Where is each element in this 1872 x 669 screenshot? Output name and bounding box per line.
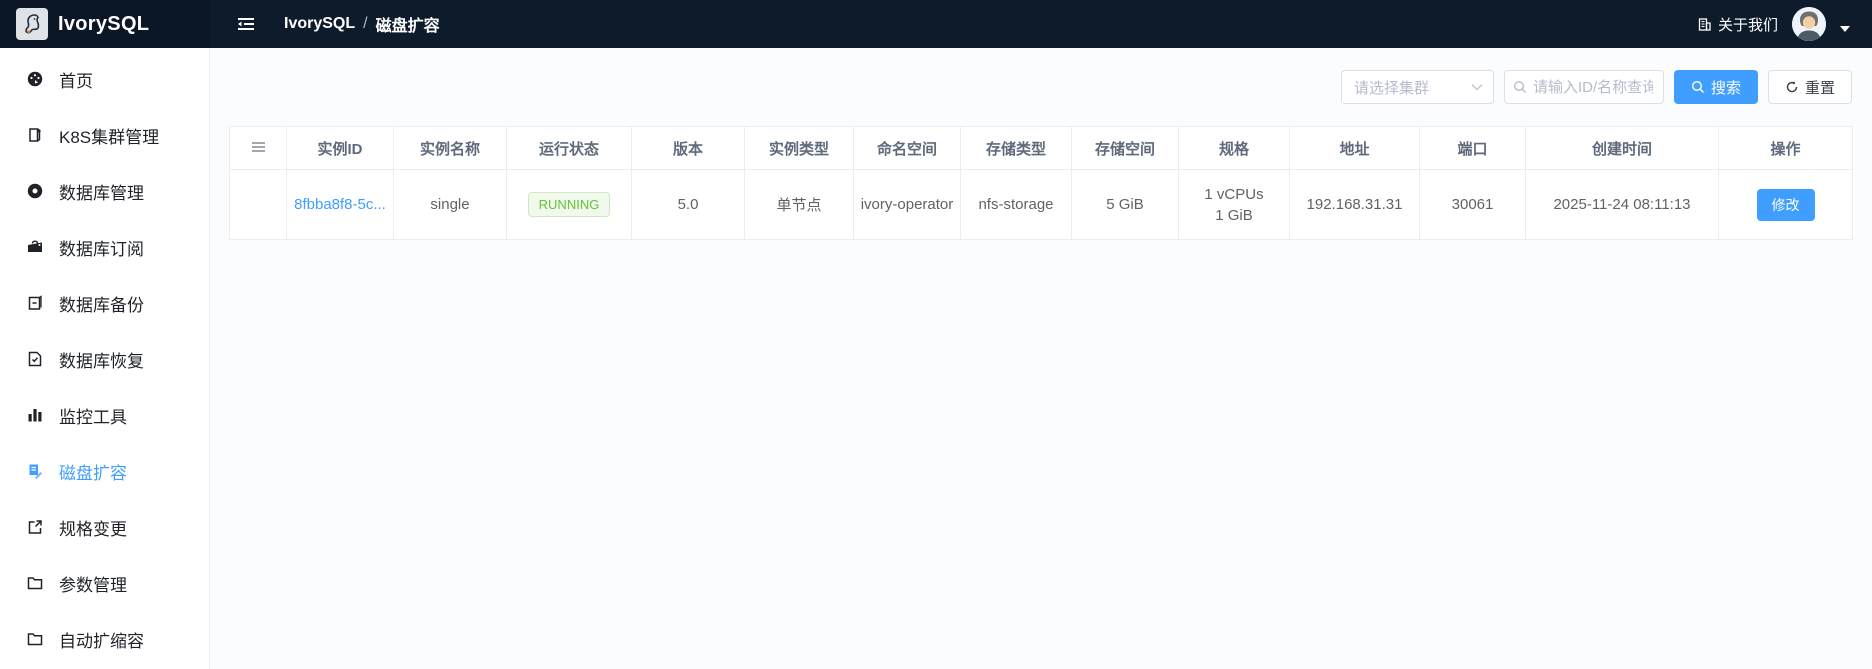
search-button[interactable]: 搜索 bbox=[1673, 70, 1758, 104]
edit-button[interactable]: 修改 bbox=[1756, 188, 1815, 221]
sidebar-item-database-manage[interactable]: 数据库管理 bbox=[0, 163, 209, 219]
sidebar-item-label: 数据库备份 bbox=[59, 295, 144, 315]
building-icon bbox=[1698, 17, 1711, 31]
sidebar-item-monitor-tools[interactable]: 监控工具 bbox=[0, 387, 209, 443]
table-header-row: 实例ID 实例名称 运行状态 版本 实例类型 命名空间 存储类型 存储空间 规格… bbox=[229, 126, 1853, 170]
spec-cpu: 1 vCPUs bbox=[1204, 185, 1264, 203]
sidebar-item-label: 监控工具 bbox=[59, 407, 127, 427]
about-us-label: 关于我们 bbox=[1717, 16, 1778, 34]
col-header-actions: 操作 bbox=[1718, 126, 1853, 170]
disk-expand-icon bbox=[29, 464, 42, 479]
cluster-select[interactable]: 请选择集群 bbox=[1340, 70, 1494, 104]
breadcrumb-current: 磁盘扩容 bbox=[375, 18, 440, 35]
cell-version: 5.0 bbox=[631, 169, 745, 240]
sidebar-item-label: 数据库订阅 bbox=[59, 239, 144, 259]
folder-icon bbox=[27, 633, 43, 646]
database-manage-icon bbox=[27, 183, 43, 199]
breadcrumb: IvorySQL / 磁盘扩容 bbox=[284, 12, 440, 36]
sidebar-item-disk-expand[interactable]: 磁盘扩容 bbox=[0, 443, 209, 499]
instance-table: 实例ID 实例名称 运行状态 版本 实例类型 命名空间 存储类型 存储空间 规格… bbox=[229, 126, 1853, 240]
monitor-chart-icon bbox=[28, 409, 42, 422]
cell-row-handle bbox=[229, 169, 287, 240]
sidebar-item-database-backup[interactable]: 数据库备份 bbox=[0, 275, 209, 331]
spec-mem: 1 GiB bbox=[1215, 206, 1253, 224]
search-button-label: 搜索 bbox=[1710, 79, 1741, 97]
col-header-instance-type: 实例类型 bbox=[744, 126, 854, 170]
sidebar-item-home[interactable]: 首页 bbox=[0, 51, 209, 107]
sidebar-item-database-restore[interactable]: 数据库恢复 bbox=[0, 331, 209, 387]
filter-toolbar: 请选择集群 搜索 重置 bbox=[210, 48, 1872, 104]
topbar: IvorySQL IvorySQL / 磁盘扩容 关于我们 bbox=[0, 0, 1872, 48]
backup-doc-icon bbox=[28, 295, 42, 310]
search-box bbox=[1503, 70, 1664, 104]
search-icon bbox=[1513, 80, 1526, 93]
col-header-instance-id: 实例ID bbox=[286, 126, 394, 170]
sidebar: 首页 K8S集群管理 数据库管理 数据库订阅 数据库备份 数据库恢复 监控工具 … bbox=[0, 48, 210, 669]
search-input[interactable] bbox=[1532, 78, 1653, 96]
sidebar-item-label: 首页 bbox=[59, 71, 93, 91]
col-header-instance-name: 实例名称 bbox=[393, 126, 507, 170]
sidebar-item-label: 自动扩缩容 bbox=[59, 631, 144, 651]
chevron-down-icon bbox=[1471, 84, 1483, 91]
col-header-spec: 规格 bbox=[1178, 126, 1290, 170]
col-header-status: 运行状态 bbox=[506, 126, 632, 170]
sidebar-item-spec-change[interactable]: 规格变更 bbox=[0, 499, 209, 555]
breadcrumb-separator: / bbox=[363, 15, 368, 32]
folder-icon bbox=[27, 577, 43, 590]
ivorysql-logo-icon bbox=[16, 8, 48, 40]
col-header-version: 版本 bbox=[631, 126, 745, 170]
cluster-page-icon bbox=[29, 128, 41, 142]
cell-instance-name: single bbox=[393, 169, 507, 240]
cell-storage-type: nfs-storage bbox=[960, 169, 1072, 240]
reset-button-label: 重置 bbox=[1804, 79, 1835, 97]
instance-table-wrap: 实例ID 实例名称 运行状态 版本 实例类型 命名空间 存储类型 存储空间 规格… bbox=[229, 126, 1853, 240]
sidebar-item-database-subscription[interactable]: 数据库订阅 bbox=[0, 219, 209, 275]
sidebar-item-autoscale[interactable]: 自动扩缩容 bbox=[0, 611, 209, 667]
cell-instance-type: 单节点 bbox=[744, 169, 854, 240]
instance-id-link[interactable]: 8fbba8f8-5c... bbox=[294, 196, 386, 213]
column-settings-icon[interactable] bbox=[251, 141, 266, 153]
cell-namespace: ivory-operator bbox=[853, 169, 961, 240]
subscription-icon bbox=[28, 240, 42, 252]
search-icon bbox=[1691, 80, 1704, 93]
sidebar-item-label: 磁盘扩容 bbox=[59, 463, 127, 483]
cell-address: 192.168.31.31 bbox=[1289, 169, 1420, 240]
col-header-created-at: 创建时间 bbox=[1525, 126, 1719, 170]
col-header-port: 端口 bbox=[1419, 126, 1526, 170]
spec-change-icon bbox=[28, 520, 42, 534]
chevron-down-icon[interactable] bbox=[1840, 26, 1850, 32]
refresh-icon bbox=[1786, 81, 1798, 93]
col-header-address: 地址 bbox=[1289, 126, 1420, 170]
table-row: 8fbba8f8-5c... single RUNNING 5.0 单节点 iv… bbox=[229, 169, 1853, 240]
status-badge: RUNNING bbox=[527, 192, 611, 217]
sidebar-item-param-manage[interactable]: 参数管理 bbox=[0, 555, 209, 611]
col-header-storage-type: 存储类型 bbox=[960, 126, 1072, 170]
cell-spec: 1 vCPUs 1 GiB bbox=[1178, 169, 1290, 240]
cell-storage-size: 5 GiB bbox=[1071, 169, 1179, 240]
sidebar-item-label: 参数管理 bbox=[59, 575, 127, 595]
sidebar-item-k8s-cluster[interactable]: K8S集群管理 bbox=[0, 107, 209, 163]
brand-area: IvorySQL bbox=[0, 0, 210, 48]
brand-name: IvorySQL bbox=[58, 12, 150, 35]
menu-fold-icon[interactable] bbox=[236, 15, 256, 33]
reset-button[interactable]: 重置 bbox=[1767, 70, 1852, 104]
topbar-right: 关于我们 bbox=[1697, 7, 1872, 41]
cluster-select-placeholder: 请选择集群 bbox=[1353, 79, 1429, 97]
restore-doc-icon bbox=[28, 351, 42, 367]
about-us-link[interactable]: 关于我们 bbox=[1697, 14, 1778, 35]
cell-port: 30061 bbox=[1419, 169, 1526, 240]
main-content: 请选择集群 搜索 重置 bbox=[210, 48, 1872, 669]
col-header-storage-size: 存储空间 bbox=[1071, 126, 1179, 170]
col-header-namespace: 命名空间 bbox=[853, 126, 961, 170]
dashboard-icon bbox=[27, 71, 43, 87]
user-avatar[interactable] bbox=[1792, 7, 1826, 41]
breadcrumb-root[interactable]: IvorySQL bbox=[284, 15, 355, 33]
sidebar-item-label: 数据库恢复 bbox=[59, 351, 144, 371]
sidebar-item-label: 数据库管理 bbox=[59, 183, 144, 203]
sidebar-item-label: 规格变更 bbox=[59, 519, 127, 539]
cell-created-at: 2025-11-24 08:11:13 bbox=[1525, 169, 1719, 240]
sidebar-item-label: K8S集群管理 bbox=[59, 127, 160, 147]
